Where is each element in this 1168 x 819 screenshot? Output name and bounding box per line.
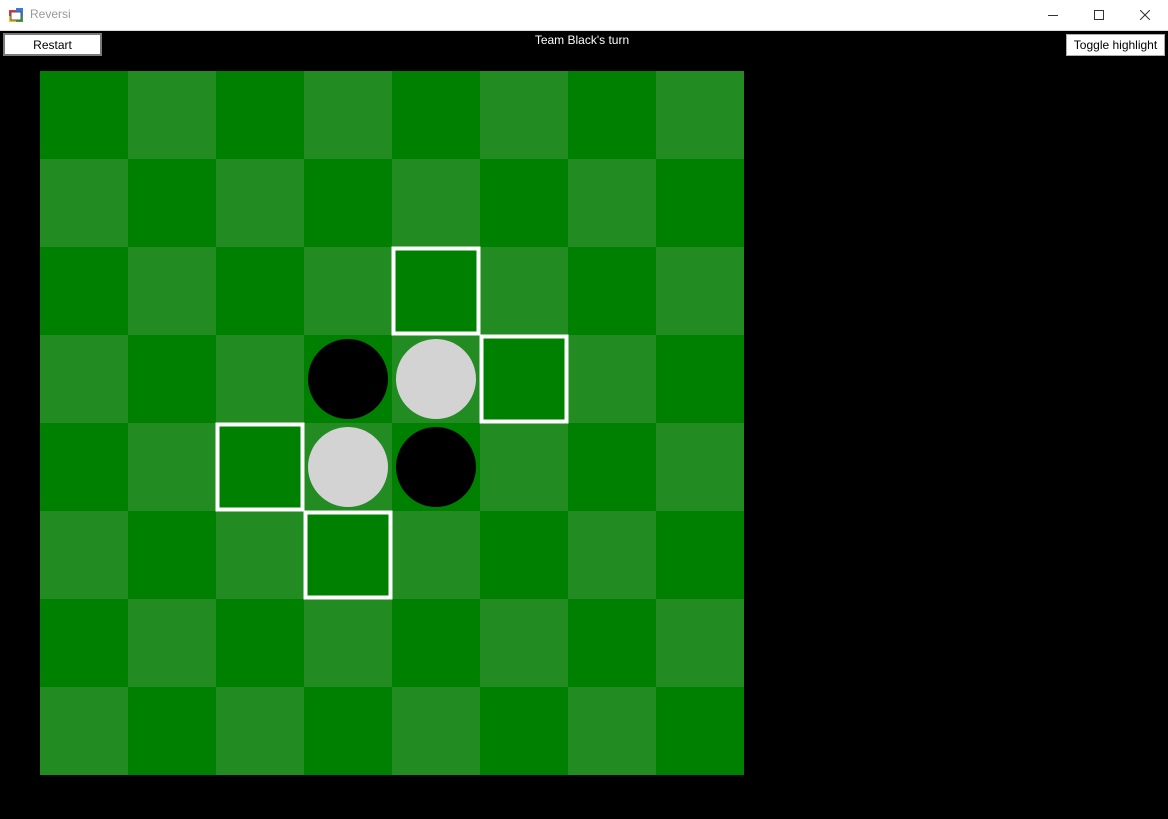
maximize-button[interactable] <box>1076 0 1122 30</box>
board-square-r4c0[interactable] <box>40 423 128 511</box>
board-square-r5c3[interactable] <box>304 511 392 599</box>
title-bar[interactable]: Reversi <box>0 0 1168 31</box>
board-square-r6c1[interactable] <box>128 599 216 687</box>
board-square-r3c1[interactable] <box>128 335 216 423</box>
board-square-r3c5[interactable] <box>480 335 568 423</box>
board-square-r0c7[interactable] <box>656 71 744 159</box>
close-icon <box>1140 10 1150 20</box>
board-square-r6c7[interactable] <box>656 599 744 687</box>
white-piece <box>308 427 388 507</box>
board-square-r5c6[interactable] <box>568 511 656 599</box>
board-square-r6c3[interactable] <box>304 599 392 687</box>
board-square-r7c1[interactable] <box>128 687 216 775</box>
board-square-r7c0[interactable] <box>40 687 128 775</box>
board-square-r6c5[interactable] <box>480 599 568 687</box>
game-board[interactable] <box>40 71 744 775</box>
minimize-button[interactable] <box>1030 0 1076 30</box>
board-square-r4c7[interactable] <box>656 423 744 511</box>
board-square-r7c7[interactable] <box>656 687 744 775</box>
board-square-r4c2[interactable] <box>216 423 304 511</box>
restart-button[interactable]: Restart <box>3 33 102 56</box>
board-square-r3c2[interactable] <box>216 335 304 423</box>
board-square-r0c1[interactable] <box>128 71 216 159</box>
board-square-r7c6[interactable] <box>568 687 656 775</box>
board-square-r3c6[interactable] <box>568 335 656 423</box>
board-square-r1c2[interactable] <box>216 159 304 247</box>
maximize-icon <box>1094 10 1104 20</box>
black-piece <box>308 339 388 419</box>
reversi-window: Reversi Restart Team Black's turn Toggle… <box>0 0 1168 819</box>
board-square-r0c6[interactable] <box>568 71 656 159</box>
board-square-r5c0[interactable] <box>40 511 128 599</box>
board-square-r7c3[interactable] <box>304 687 392 775</box>
board-square-r0c4[interactable] <box>392 71 480 159</box>
board-square-r7c4[interactable] <box>392 687 480 775</box>
board-square-r1c7[interactable] <box>656 159 744 247</box>
turn-status-label: Team Black's turn <box>534 33 630 47</box>
board-square-r4c6[interactable] <box>568 423 656 511</box>
board-square-r3c7[interactable] <box>656 335 744 423</box>
board-square-r2c7[interactable] <box>656 247 744 335</box>
board-square-r0c5[interactable] <box>480 71 568 159</box>
board-square-r5c7[interactable] <box>656 511 744 599</box>
toggle-highlight-button[interactable]: Toggle highlight <box>1066 34 1165 56</box>
black-piece <box>396 427 476 507</box>
board-square-r0c2[interactable] <box>216 71 304 159</box>
board-square-r2c0[interactable] <box>40 247 128 335</box>
board-square-r6c4[interactable] <box>392 599 480 687</box>
board-canvas[interactable] <box>40 71 744 775</box>
window-title: Reversi <box>30 7 71 21</box>
minimize-icon <box>1048 15 1058 16</box>
board-square-r2c2[interactable] <box>216 247 304 335</box>
board-square-r2c1[interactable] <box>128 247 216 335</box>
close-button[interactable] <box>1122 0 1168 30</box>
board-square-r5c5[interactable] <box>480 511 568 599</box>
board-square-r4c5[interactable] <box>480 423 568 511</box>
board-square-r1c6[interactable] <box>568 159 656 247</box>
board-square-r5c1[interactable] <box>128 511 216 599</box>
board-square-r6c6[interactable] <box>568 599 656 687</box>
board-square-r4c1[interactable] <box>128 423 216 511</box>
board-square-r1c3[interactable] <box>304 159 392 247</box>
board-square-r2c5[interactable] <box>480 247 568 335</box>
board-square-r2c4[interactable] <box>392 247 480 335</box>
board-square-r2c6[interactable] <box>568 247 656 335</box>
board-square-r2c3[interactable] <box>304 247 392 335</box>
board-square-r5c2[interactable] <box>216 511 304 599</box>
board-square-r7c2[interactable] <box>216 687 304 775</box>
white-piece <box>396 339 476 419</box>
board-square-r7c5[interactable] <box>480 687 568 775</box>
app-icon <box>9 8 23 22</box>
board-square-r6c2[interactable] <box>216 599 304 687</box>
board-square-r0c3[interactable] <box>304 71 392 159</box>
board-square-r1c4[interactable] <box>392 159 480 247</box>
board-square-r0c0[interactable] <box>40 71 128 159</box>
board-square-r3c0[interactable] <box>40 335 128 423</box>
board-square-r1c1[interactable] <box>128 159 216 247</box>
client-area: Restart Team Black's turn Toggle highlig… <box>0 31 1168 819</box>
board-square-r5c4[interactable] <box>392 511 480 599</box>
board-square-r6c0[interactable] <box>40 599 128 687</box>
board-square-r1c0[interactable] <box>40 159 128 247</box>
board-square-r1c5[interactable] <box>480 159 568 247</box>
